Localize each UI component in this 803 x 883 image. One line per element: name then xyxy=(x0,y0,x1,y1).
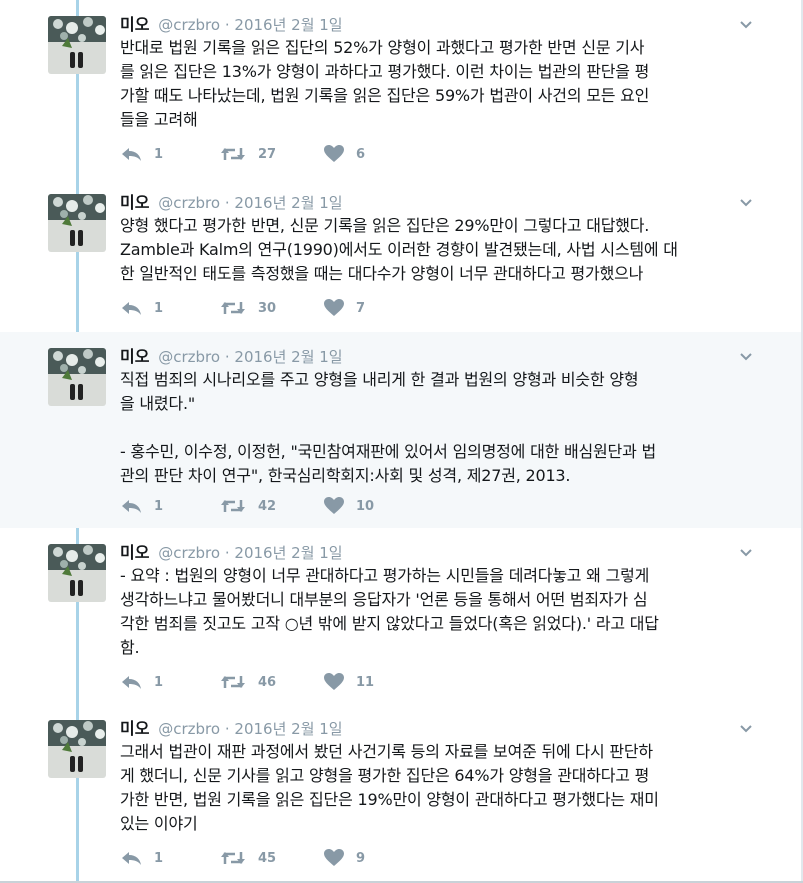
retweet-count: 45 xyxy=(258,850,277,866)
like-count: 9 xyxy=(356,850,366,866)
avatar-image xyxy=(48,720,106,778)
reply-button[interactable]: 1 xyxy=(120,298,163,318)
tweet-text: 직접 범죄의 시나리오를 주고 양형을 내리게 한 결과 법원의 양형과 비슷한… xyxy=(120,370,657,485)
avatar-image xyxy=(48,16,106,74)
author-handle[interactable]: @crzbro xyxy=(158,194,220,212)
reply-icon xyxy=(122,148,141,161)
tweet-header: 미오 @crzbro · 2016년 2월 1일 xyxy=(120,346,343,368)
like-button[interactable]: 10 xyxy=(324,496,374,516)
retweet-icon xyxy=(221,676,245,688)
chevron-down-icon[interactable] xyxy=(739,196,753,210)
tweet-text: 그래서 법관이 재판 과정에서 봤던 사건기록 등의 자료를 보여준 뒤에 다시… xyxy=(120,742,659,833)
retweet-button[interactable]: 45 xyxy=(220,848,276,868)
author-handle[interactable]: @crzbro xyxy=(158,348,220,366)
reply-button[interactable]: 1 xyxy=(120,672,163,692)
separator: · xyxy=(224,194,230,212)
reply-button[interactable]: 1 xyxy=(120,144,163,164)
retweet-count: 27 xyxy=(258,146,277,162)
reply-button[interactable]: 1 xyxy=(120,496,163,516)
chevron-down-icon[interactable] xyxy=(739,350,753,364)
avatar[interactable] xyxy=(48,720,106,778)
reply-icon xyxy=(122,676,141,689)
retweet-count: 42 xyxy=(258,498,277,514)
tweet-date[interactable]: 2016년 2월 1일 xyxy=(234,544,342,562)
tweet-header: 미오 @crzbro · 2016년 2월 1일 xyxy=(120,14,343,36)
avatar-image xyxy=(48,544,106,602)
tweet-2[interactable]: 미오 @crzbro · 2016년 2월 1일 양형 했다고 평가한 반면, … xyxy=(0,178,801,332)
tweet-header: 미오 @crzbro · 2016년 2월 1일 xyxy=(120,192,343,214)
reply-count: 1 xyxy=(154,498,164,514)
like-count: 7 xyxy=(356,300,366,316)
reply-count: 1 xyxy=(154,674,164,690)
like-count: 6 xyxy=(356,146,366,162)
like-button[interactable]: 6 xyxy=(324,144,365,164)
like-count: 11 xyxy=(356,674,375,690)
heart-icon xyxy=(324,299,344,316)
separator: · xyxy=(224,16,230,34)
tweet-4[interactable]: 미오 @crzbro · 2016년 2월 1일 - 요약 : 법원의 양형이 … xyxy=(0,528,801,704)
avatar[interactable] xyxy=(48,544,106,602)
tweet-date[interactable]: 2016년 2월 1일 xyxy=(234,720,342,738)
retweet-count: 46 xyxy=(258,674,277,690)
tweet-5[interactable]: 미오 @crzbro · 2016년 2월 1일 그래서 법관이 재판 과정에서… xyxy=(0,704,801,882)
avatar[interactable] xyxy=(48,16,106,74)
retweet-icon xyxy=(221,500,245,512)
reply-button[interactable]: 1 xyxy=(120,848,163,868)
author-handle[interactable]: @crzbro xyxy=(158,16,220,34)
reply-icon xyxy=(122,500,141,513)
like-button[interactable]: 11 xyxy=(324,672,374,692)
separator: · xyxy=(224,348,230,366)
tweet-text: - 요약 : 법원의 양형이 너무 관대하다고 평가하는 시민들을 데려다놓고 … xyxy=(120,566,659,657)
retweet-button[interactable]: 30 xyxy=(220,298,276,318)
tweet-header: 미오 @crzbro · 2016년 2월 1일 xyxy=(120,718,343,740)
heart-icon xyxy=(324,849,344,866)
tweet-date[interactable]: 2016년 2월 1일 xyxy=(234,348,342,366)
tweet-date[interactable]: 2016년 2월 1일 xyxy=(234,16,342,34)
tweet-header: 미오 @crzbro · 2016년 2월 1일 xyxy=(120,542,343,564)
avatar[interactable] xyxy=(48,194,106,252)
author-handle[interactable]: @crzbro xyxy=(158,544,220,562)
avatar[interactable] xyxy=(48,348,106,406)
tweet-text: 반대로 법원 기록을 읽은 집단의 52%가 양형이 과했다고 평가한 반면 신… xyxy=(120,38,650,129)
chevron-down-icon[interactable] xyxy=(739,18,753,32)
chevron-down-icon[interactable] xyxy=(739,546,753,560)
author-name[interactable]: 미오 xyxy=(120,543,149,562)
heart-icon xyxy=(324,497,344,514)
retweet-count: 30 xyxy=(258,300,277,316)
author-name[interactable]: 미오 xyxy=(120,347,149,366)
separator: · xyxy=(224,720,230,738)
tweet-3[interactable]: 미오 @crzbro · 2016년 2월 1일 직접 범죄의 시나리오를 주고… xyxy=(0,332,801,528)
tweet-date[interactable]: 2016년 2월 1일 xyxy=(234,194,342,212)
retweet-button[interactable]: 27 xyxy=(220,144,276,164)
retweet-icon xyxy=(221,148,245,160)
avatar-image xyxy=(48,194,106,252)
retweet-button[interactable]: 42 xyxy=(220,496,276,516)
chevron-down-icon[interactable] xyxy=(739,722,753,736)
like-count: 10 xyxy=(356,498,375,514)
retweet-icon xyxy=(221,302,245,314)
heart-icon xyxy=(324,145,344,162)
reply-icon xyxy=(122,852,141,865)
reply-icon xyxy=(122,302,141,315)
heart-icon xyxy=(324,673,344,690)
reply-count: 1 xyxy=(154,850,164,866)
author-name[interactable]: 미오 xyxy=(120,15,149,34)
like-button[interactable]: 9 xyxy=(324,848,365,868)
separator: · xyxy=(224,544,230,562)
reply-count: 1 xyxy=(154,146,164,162)
tweet-text: 양형 했다고 평가한 반면, 신문 기록을 읽은 집단은 29%만이 그렇다고 … xyxy=(120,216,678,283)
avatar-image xyxy=(48,348,106,406)
tweet-1[interactable]: 미오 @crzbro · 2016년 2월 1일 반대로 법원 기록을 읽은 집… xyxy=(0,0,801,180)
like-button[interactable]: 7 xyxy=(324,298,365,318)
retweet-icon xyxy=(221,852,245,864)
author-name[interactable]: 미오 xyxy=(120,193,149,212)
author-name[interactable]: 미오 xyxy=(120,719,149,738)
reply-count: 1 xyxy=(154,300,164,316)
author-handle[interactable]: @crzbro xyxy=(158,720,220,738)
retweet-button[interactable]: 46 xyxy=(220,672,276,692)
